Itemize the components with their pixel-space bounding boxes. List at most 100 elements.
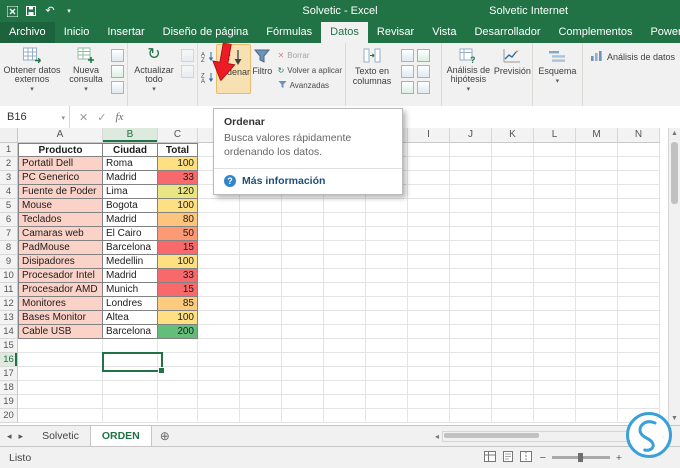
view-page-break-icon[interactable] — [519, 450, 532, 465]
cell-A4[interactable]: Fuente de Poder — [18, 185, 103, 199]
cell-K15[interactable] — [492, 339, 534, 353]
column-header-B[interactable]: B — [103, 128, 158, 143]
cell-K13[interactable] — [492, 311, 534, 325]
cell-M10[interactable] — [576, 269, 618, 283]
cell-N5[interactable] — [618, 199, 660, 213]
cell-B20[interactable] — [103, 409, 158, 423]
cell-E19[interactable] — [240, 395, 282, 409]
cell-J12[interactable] — [450, 297, 492, 311]
cell-A14[interactable]: Cable USB — [18, 325, 103, 339]
cell-G16[interactable] — [324, 353, 366, 367]
cell-K7[interactable] — [492, 227, 534, 241]
cell-J18[interactable] — [450, 381, 492, 395]
tab-inicio[interactable]: Inicio — [55, 22, 99, 43]
cell-F8[interactable] — [282, 241, 324, 255]
row-header-4[interactable]: 4 — [0, 185, 18, 199]
cell-F20[interactable] — [282, 409, 324, 423]
cell-L11[interactable] — [534, 283, 576, 297]
cell-I19[interactable] — [408, 395, 450, 409]
cell-F10[interactable] — [282, 269, 324, 283]
cell-L4[interactable] — [534, 185, 576, 199]
cell-F15[interactable] — [282, 339, 324, 353]
cell-A10[interactable]: Procesador Intel — [18, 269, 103, 283]
column-header-J[interactable]: J — [450, 128, 492, 143]
cell-I10[interactable] — [408, 269, 450, 283]
cell-L9[interactable] — [534, 255, 576, 269]
cell-M11[interactable] — [576, 283, 618, 297]
cell-K16[interactable] — [492, 353, 534, 367]
cell-E5[interactable] — [240, 199, 282, 213]
cell-I3[interactable] — [408, 171, 450, 185]
cell-A12[interactable]: Monitores — [18, 297, 103, 311]
cell-M19[interactable] — [576, 395, 618, 409]
sheet-tab-orden[interactable]: ORDEN — [90, 426, 152, 446]
row-header-8[interactable]: 8 — [0, 241, 18, 255]
cell-L10[interactable] — [534, 269, 576, 283]
cell-E17[interactable] — [240, 367, 282, 381]
refresh-all-button[interactable]: ↻ Actualizar todo ▾ — [129, 44, 179, 94]
mini-tool-icon[interactable] — [417, 65, 430, 78]
cell-N13[interactable] — [618, 311, 660, 325]
cell-D20[interactable] — [198, 409, 240, 423]
column-header-A[interactable]: A — [18, 128, 103, 143]
tab-fórmulas[interactable]: Fórmulas — [257, 22, 321, 43]
cell-C10[interactable]: 33 — [158, 269, 198, 283]
cell-G10[interactable] — [324, 269, 366, 283]
cell-H14[interactable] — [366, 325, 408, 339]
cell-H7[interactable] — [366, 227, 408, 241]
cell-J2[interactable] — [450, 157, 492, 171]
mini-tool-icon[interactable] — [111, 81, 124, 94]
cell-C4[interactable]: 120 — [158, 185, 198, 199]
cell-H18[interactable] — [366, 381, 408, 395]
cell-J15[interactable] — [450, 339, 492, 353]
cell-L2[interactable] — [534, 157, 576, 171]
cell-M8[interactable] — [576, 241, 618, 255]
cell-B7[interactable]: El Cairo — [103, 227, 158, 241]
cell-M1[interactable] — [576, 143, 618, 157]
tab-desarrollador[interactable]: Desarrollador — [465, 22, 549, 43]
cell-K5[interactable] — [492, 199, 534, 213]
cell-A5[interactable]: Mouse — [18, 199, 103, 213]
cell-B2[interactable]: Roma — [103, 157, 158, 171]
cell-N11[interactable] — [618, 283, 660, 297]
cell-L16[interactable] — [534, 353, 576, 367]
cell-A15[interactable] — [18, 339, 103, 353]
vertical-scroll-thumb[interactable] — [671, 142, 678, 204]
cell-B3[interactable]: Madrid — [103, 171, 158, 185]
cell-F13[interactable] — [282, 311, 324, 325]
cell-G11[interactable] — [324, 283, 366, 297]
cell-G12[interactable] — [324, 297, 366, 311]
cell-I1[interactable] — [408, 143, 450, 157]
cell-I7[interactable] — [408, 227, 450, 241]
cell-M9[interactable] — [576, 255, 618, 269]
cell-J16[interactable] — [450, 353, 492, 367]
cell-J1[interactable] — [450, 143, 492, 157]
cell-C19[interactable] — [158, 395, 198, 409]
cell-K3[interactable] — [492, 171, 534, 185]
cell-G7[interactable] — [324, 227, 366, 241]
cell-N7[interactable] — [618, 227, 660, 241]
cell-D13[interactable] — [198, 311, 240, 325]
cell-C13[interactable]: 100 — [158, 311, 198, 325]
vertical-scrollbar[interactable]: ▲ ▼ — [668, 128, 680, 425]
cell-M16[interactable] — [576, 353, 618, 367]
cell-K2[interactable] — [492, 157, 534, 171]
row-header-11[interactable]: 11 — [0, 283, 18, 297]
zoom-slider[interactable] — [551, 453, 610, 462]
cell-E18[interactable] — [240, 381, 282, 395]
cell-C3[interactable]: 33 — [158, 171, 198, 185]
cell-H5[interactable] — [366, 199, 408, 213]
tooltip-more-info-link[interactable]: ? Más información — [214, 169, 402, 194]
cell-C2[interactable]: 100 — [158, 157, 198, 171]
cell-K9[interactable] — [492, 255, 534, 269]
cell-A3[interactable]: PC Generico — [18, 171, 103, 185]
cell-B4[interactable]: Lima — [103, 185, 158, 199]
cell-M18[interactable] — [576, 381, 618, 395]
cell-H8[interactable] — [366, 241, 408, 255]
cell-L15[interactable] — [534, 339, 576, 353]
scroll-left-icon[interactable]: ◂ — [435, 432, 439, 441]
cell-A20[interactable] — [18, 409, 103, 423]
mini-tool-icon[interactable] — [111, 65, 124, 78]
row-header-19[interactable]: 19 — [0, 395, 18, 409]
insert-function-icon[interactable]: fx — [115, 111, 123, 123]
